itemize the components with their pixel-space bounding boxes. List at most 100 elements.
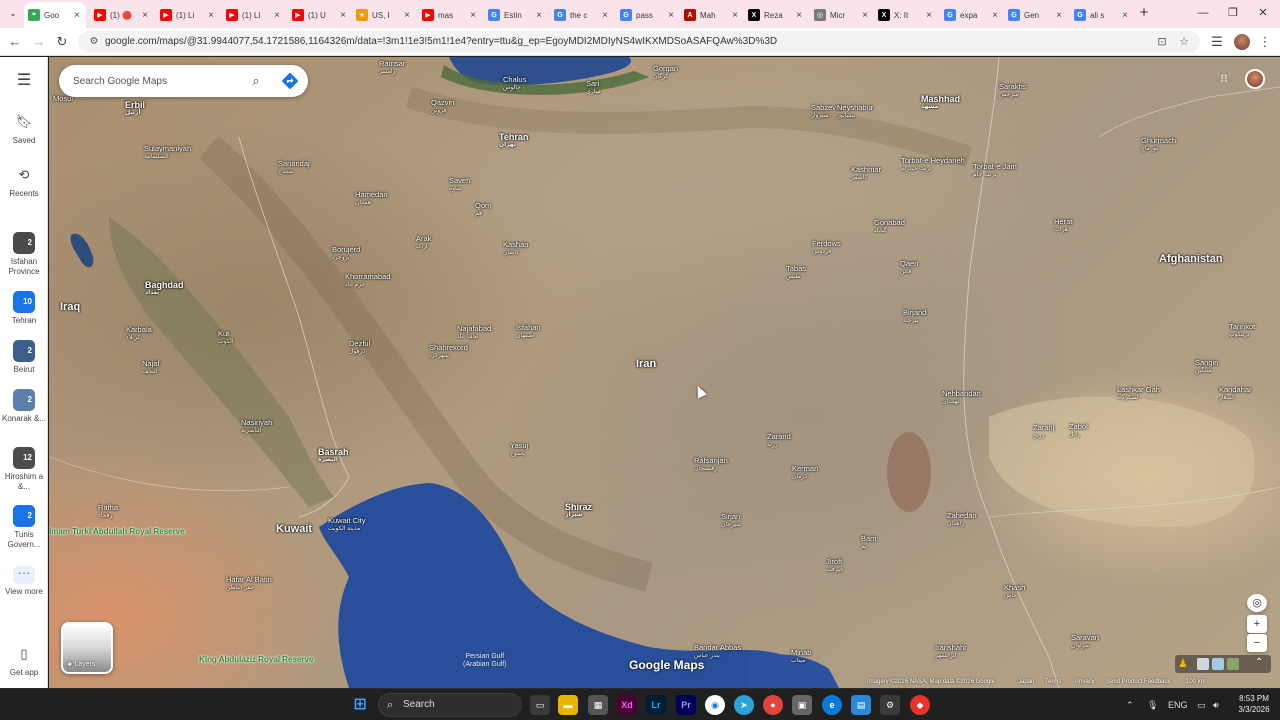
city-label[interactable]: Zaranj زرنج [1033,424,1054,440]
task-view-icon[interactable]: ▭ [530,695,550,715]
city-label[interactable]: Qazvin قزوین [431,99,454,115]
label-afghanistan[interactable]: Afghanistan [1159,254,1223,265]
city-label[interactable]: Zahedan زاهدان [947,512,977,528]
city-label[interactable]: Zabol زابل [1069,423,1088,439]
city-label[interactable]: Tarinkot ترینکوټ [1229,323,1255,339]
label-iraq[interactable]: Iraq [60,302,80,313]
browser-tab[interactable]: ▶ (1) Ll × [222,4,286,26]
close-tab-icon[interactable]: × [924,10,934,21]
japan-link[interactable]: Japan [1018,679,1034,685]
hamburger-menu-icon[interactable]: ☰ [14,73,34,89]
city-label[interactable]: Khorramabad خرم آباد [345,273,390,289]
back-button[interactable]: ← [6,33,24,51]
city-label[interactable]: Bam بم [861,535,876,551]
rail-saved[interactable]: 🔖︎ Saved [0,111,48,146]
city-label[interactable]: Ferdows فردوس [812,240,841,256]
microphone-icon[interactable]: 🎙︎ [1147,697,1158,713]
city-label[interactable]: Hafar Al Batin حفر الباطن [226,576,272,592]
restore-window-icon[interactable]: ❐ [1218,4,1248,22]
city-label[interactable]: Neyshabur نیشابور [837,104,873,120]
city-label[interactable]: Mashhad مشهد [921,95,960,111]
language-indicator[interactable]: ENG [1168,697,1188,713]
city-label[interactable]: Ramsar رامسر [379,60,405,76]
layers-button[interactable]: ◈ Layers [61,622,113,674]
tray-overflow-icon[interactable]: ⌃ [1126,697,1134,713]
directions-icon[interactable] [281,72,299,90]
forward-button[interactable]: → [30,33,48,51]
close-tab-icon[interactable]: × [990,10,1000,21]
close-tab-icon[interactable]: × [860,10,870,21]
close-tab-icon[interactable]: × [272,10,282,21]
city-label[interactable]: Shiraz شیراز [565,503,592,519]
network-icon[interactable]: ▭ [1197,697,1206,713]
browser-tab[interactable]: ⌖ Goo × [24,2,86,28]
browser-tab[interactable]: ▶ (1) Li × [156,4,220,26]
file-explorer-icon[interactable]: ▬ [558,695,578,715]
city-label[interactable]: Khash خاش [1004,584,1025,600]
city-label[interactable]: Erbil أربيل [125,101,145,117]
windows-start-icon[interactable]: ⊞ [350,695,370,715]
city-label[interactable]: Dezful دزفول [349,340,370,356]
rail-recents[interactable]: ⟲ Recents [0,164,48,199]
google-apps-icon[interactable]: ⁝⁝ [1217,72,1231,86]
terms-link[interactable]: Terms [1045,679,1061,685]
app-icon-3[interactable]: ▣ [792,695,812,715]
install-app-icon[interactable]: ⊡ [1154,34,1170,50]
expand-icon[interactable]: ⌃ [1255,657,1263,668]
city-label[interactable]: Arak اراک [416,235,431,251]
close-tab-icon[interactable]: × [338,10,348,21]
feedback-link[interactable]: Send Product Feedback [1106,679,1170,685]
maps-search-input[interactable] [73,72,233,90]
label-kuwait[interactable]: Kuwait [276,524,312,535]
app-icon-5[interactable]: ◆ [910,695,930,715]
city-label[interactable]: Tehran تهران [499,133,528,149]
rail-view-more[interactable]: ··· View more [0,566,48,597]
telegram-icon[interactable]: ➤ [734,695,754,715]
city-label[interactable]: Chalus چالوس [503,76,526,92]
premiere-icon[interactable]: Pr [676,695,696,715]
taskbar-search[interactable]: ⌕ Search [378,693,522,717]
chrome-icon[interactable]: ◉ [705,695,725,715]
browser-tab[interactable]: ▶ (1) 🔴 × [90,4,154,26]
scale-label[interactable]: 100 km [1186,679,1206,685]
city-label[interactable]: Rafha رفحاء [98,504,118,520]
city-label[interactable]: Kuwait City مدينة الكويت [328,517,366,533]
map-type-thumb-2[interactable] [1212,658,1224,670]
search-icon[interactable]: ⌕ [247,72,265,90]
close-window-icon[interactable]: ✕ [1248,4,1278,22]
city-label[interactable]: Hamedan همدان [355,191,388,207]
city-label[interactable]: Kashmar کاشمر [851,166,881,182]
city-label[interactable]: Kashan کاشان [503,241,528,257]
city-label[interactable]: Shahrekord شهرکرد [429,344,468,360]
close-tab-icon[interactable]: × [534,10,544,21]
city-label[interactable]: Isfahan اصفهان [516,324,541,340]
city-label[interactable]: Baghdad بغداد [145,281,184,297]
browser-tab[interactable]: ▶ mas × [418,4,482,26]
city-label[interactable]: Birjand بیرجند [903,309,926,325]
city-label[interactable]: Karbala كربلاء [126,326,152,342]
city-label[interactable]: Kut الكوت [218,330,234,346]
close-tab-icon[interactable]: × [730,10,740,21]
city-label[interactable]: Rafsanjan رفسنجان [694,457,728,473]
city-label[interactable]: Ghurmach غورماچ [1141,137,1176,153]
close-tab-icon[interactable]: × [206,10,216,21]
city-label[interactable]: Herat هرات [1054,218,1072,234]
settings-icon[interactable]: ⚙ [880,695,900,715]
browser-tab[interactable]: Gpass × [616,4,680,26]
city-label[interactable]: Zarand زرند [767,433,791,449]
rail-recent-place[interactable]: 2 Beirut [0,340,48,375]
satellite-map[interactable]: Iran Iraq Afghanistan Kuwait Ramsar رامسر… [49,57,1280,688]
app-icon-4[interactable]: ▤ [851,695,871,715]
label-imam-turki-reserve[interactable]: Imam Turki Abdullah Royal Reserve [49,527,185,537]
city-label[interactable]: Borujerd بروجرد [332,246,360,262]
map-type-thumb-3[interactable] [1227,658,1239,670]
site-info-icon[interactable]: ⚙ [86,34,102,50]
city-label[interactable]: Torbat-e Jam تربت جام [973,163,1017,179]
browser-tab[interactable]: X Reza × [744,4,808,26]
reload-button[interactable]: ↻ [53,33,71,51]
browser-tab[interactable]: G Gen × [1004,4,1068,26]
city-label[interactable]: Kandahar کندهار [1219,386,1252,402]
city-label[interactable]: Qom قم [475,202,491,218]
close-tab-icon[interactable]: × [72,10,82,21]
city-label[interactable]: Gonabad گناباد [874,219,905,235]
